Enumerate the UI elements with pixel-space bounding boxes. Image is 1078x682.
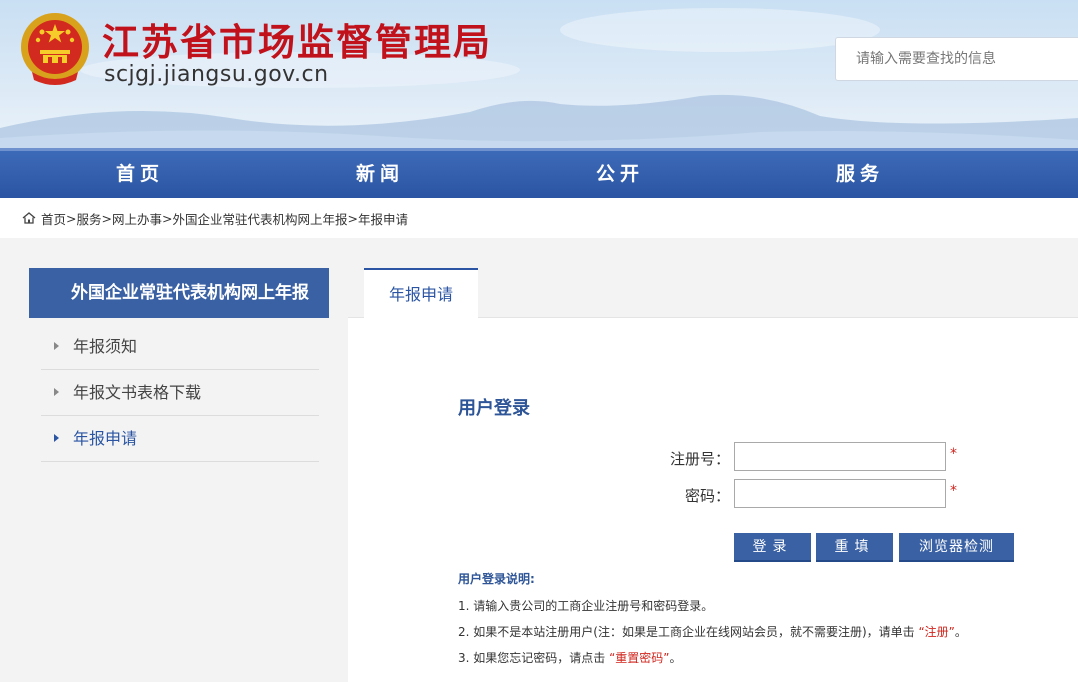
site-title: 江苏省市场监督管理局 bbox=[102, 20, 492, 64]
registration-number-input[interactable] bbox=[734, 442, 946, 471]
sidebar-title: 外国企业常驻代表机构网上年报 bbox=[29, 268, 329, 318]
breadcrumb-separator: > bbox=[347, 210, 358, 226]
register-link[interactable]: “注册” bbox=[918, 625, 954, 639]
login-note: 2. 如果不是本站注册用户(注：如果是工商企业在线网站会员，就不需要注册)，请单… bbox=[458, 623, 967, 640]
breadcrumb-online-affairs[interactable]: 网上办事 bbox=[112, 209, 162, 228]
site-domain: scjgj.jiangsu.gov.cn bbox=[104, 62, 329, 87]
main-nav: 首页 新闻 公开 服务 bbox=[0, 148, 1078, 198]
national-emblem-icon bbox=[21, 13, 89, 85]
registration-number-label: 注册号： bbox=[669, 450, 730, 468]
sidebar-item-label: 年报须知 bbox=[73, 337, 138, 356]
sidebar-item-annual-apply[interactable]: 年报申请 bbox=[41, 416, 319, 462]
triangle-right-icon bbox=[54, 388, 59, 396]
login-notes-title: 用户登录说明: bbox=[458, 572, 535, 586]
tab-bar: 年报申请 bbox=[348, 268, 1078, 319]
password-label: 密码： bbox=[684, 487, 730, 505]
triangle-right-icon bbox=[54, 342, 59, 350]
login-button[interactable]: 登录 bbox=[734, 533, 811, 562]
breadcrumb-separator: > bbox=[101, 210, 112, 226]
required-mark: * bbox=[950, 483, 957, 499]
note-text: 2. 如果不是本站注册用户(注：如果是工商企业在线网站会员，就不需要注册)，请单… bbox=[458, 625, 915, 639]
main-panel: 年报申请 用户登录 注册号： * 密码： * 登录 重填 浏览器检测 用户登录说… bbox=[348, 268, 1078, 682]
sidebar: 外国企业常驻代表机构网上年报 年报须知 年报文书表格下载 年报申请 bbox=[29, 268, 329, 682]
nav-item-news[interactable]: 新闻 bbox=[320, 151, 440, 198]
sidebar-menu: 年报须知 年报文书表格下载 年报申请 bbox=[29, 324, 329, 462]
breadcrumb-separator: > bbox=[162, 210, 173, 226]
browser-check-button[interactable]: 浏览器检测 bbox=[899, 533, 1014, 562]
required-mark: * bbox=[950, 446, 957, 462]
reset-button[interactable]: 重填 bbox=[816, 533, 893, 562]
password-input[interactable] bbox=[734, 479, 946, 508]
note-text: 1. 请输入贵公司的工商企业注册号和密码登录。 bbox=[458, 599, 714, 613]
breadcrumb-current: 年报申请 bbox=[358, 211, 409, 227]
nav-item-services[interactable]: 服务 bbox=[800, 151, 920, 198]
login-note: 3. 如果您忘记密码，请点击 “重置密码”。 bbox=[458, 649, 682, 666]
note-suffix: 。 bbox=[954, 625, 967, 639]
note-text: 3. 如果您忘记密码，请点击 bbox=[458, 651, 606, 665]
nav-item-public[interactable]: 公开 bbox=[560, 151, 680, 198]
triangle-right-icon bbox=[54, 434, 59, 442]
note-suffix: 。 bbox=[669, 651, 682, 665]
reset-password-link[interactable]: “重置密码” bbox=[609, 651, 669, 665]
breadcrumb-services[interactable]: 服务 bbox=[77, 209, 102, 228]
login-title: 用户登录 bbox=[458, 398, 530, 419]
breadcrumb-home[interactable]: 首页 bbox=[41, 209, 66, 228]
tab-annual-apply[interactable]: 年报申请 bbox=[364, 268, 478, 319]
breadcrumb-annual-report-section[interactable]: 外国企业常驻代表机构网上年报 bbox=[173, 209, 348, 228]
sidebar-item-label: 年报申请 bbox=[73, 429, 138, 448]
search-input[interactable] bbox=[835, 37, 1078, 81]
breadcrumb: 首页 > 服务 > 网上办事 > 外国企业常驻代表机构网上年报 > 年报申请 bbox=[22, 209, 408, 227]
sidebar-item-annual-notice[interactable]: 年报须知 bbox=[41, 324, 319, 370]
site-header: 江苏省市场监督管理局 scjgj.jiangsu.gov.cn bbox=[0, 0, 1078, 148]
breadcrumb-separator: > bbox=[66, 210, 77, 226]
nav-item-home[interactable]: 首页 bbox=[80, 151, 200, 198]
sidebar-item-forms-download[interactable]: 年报文书表格下载 bbox=[41, 370, 319, 416]
sidebar-item-label: 年报文书表格下载 bbox=[73, 383, 202, 402]
home-icon bbox=[22, 212, 36, 224]
login-note: 1. 请输入贵公司的工商企业注册号和密码登录。 bbox=[458, 597, 713, 614]
